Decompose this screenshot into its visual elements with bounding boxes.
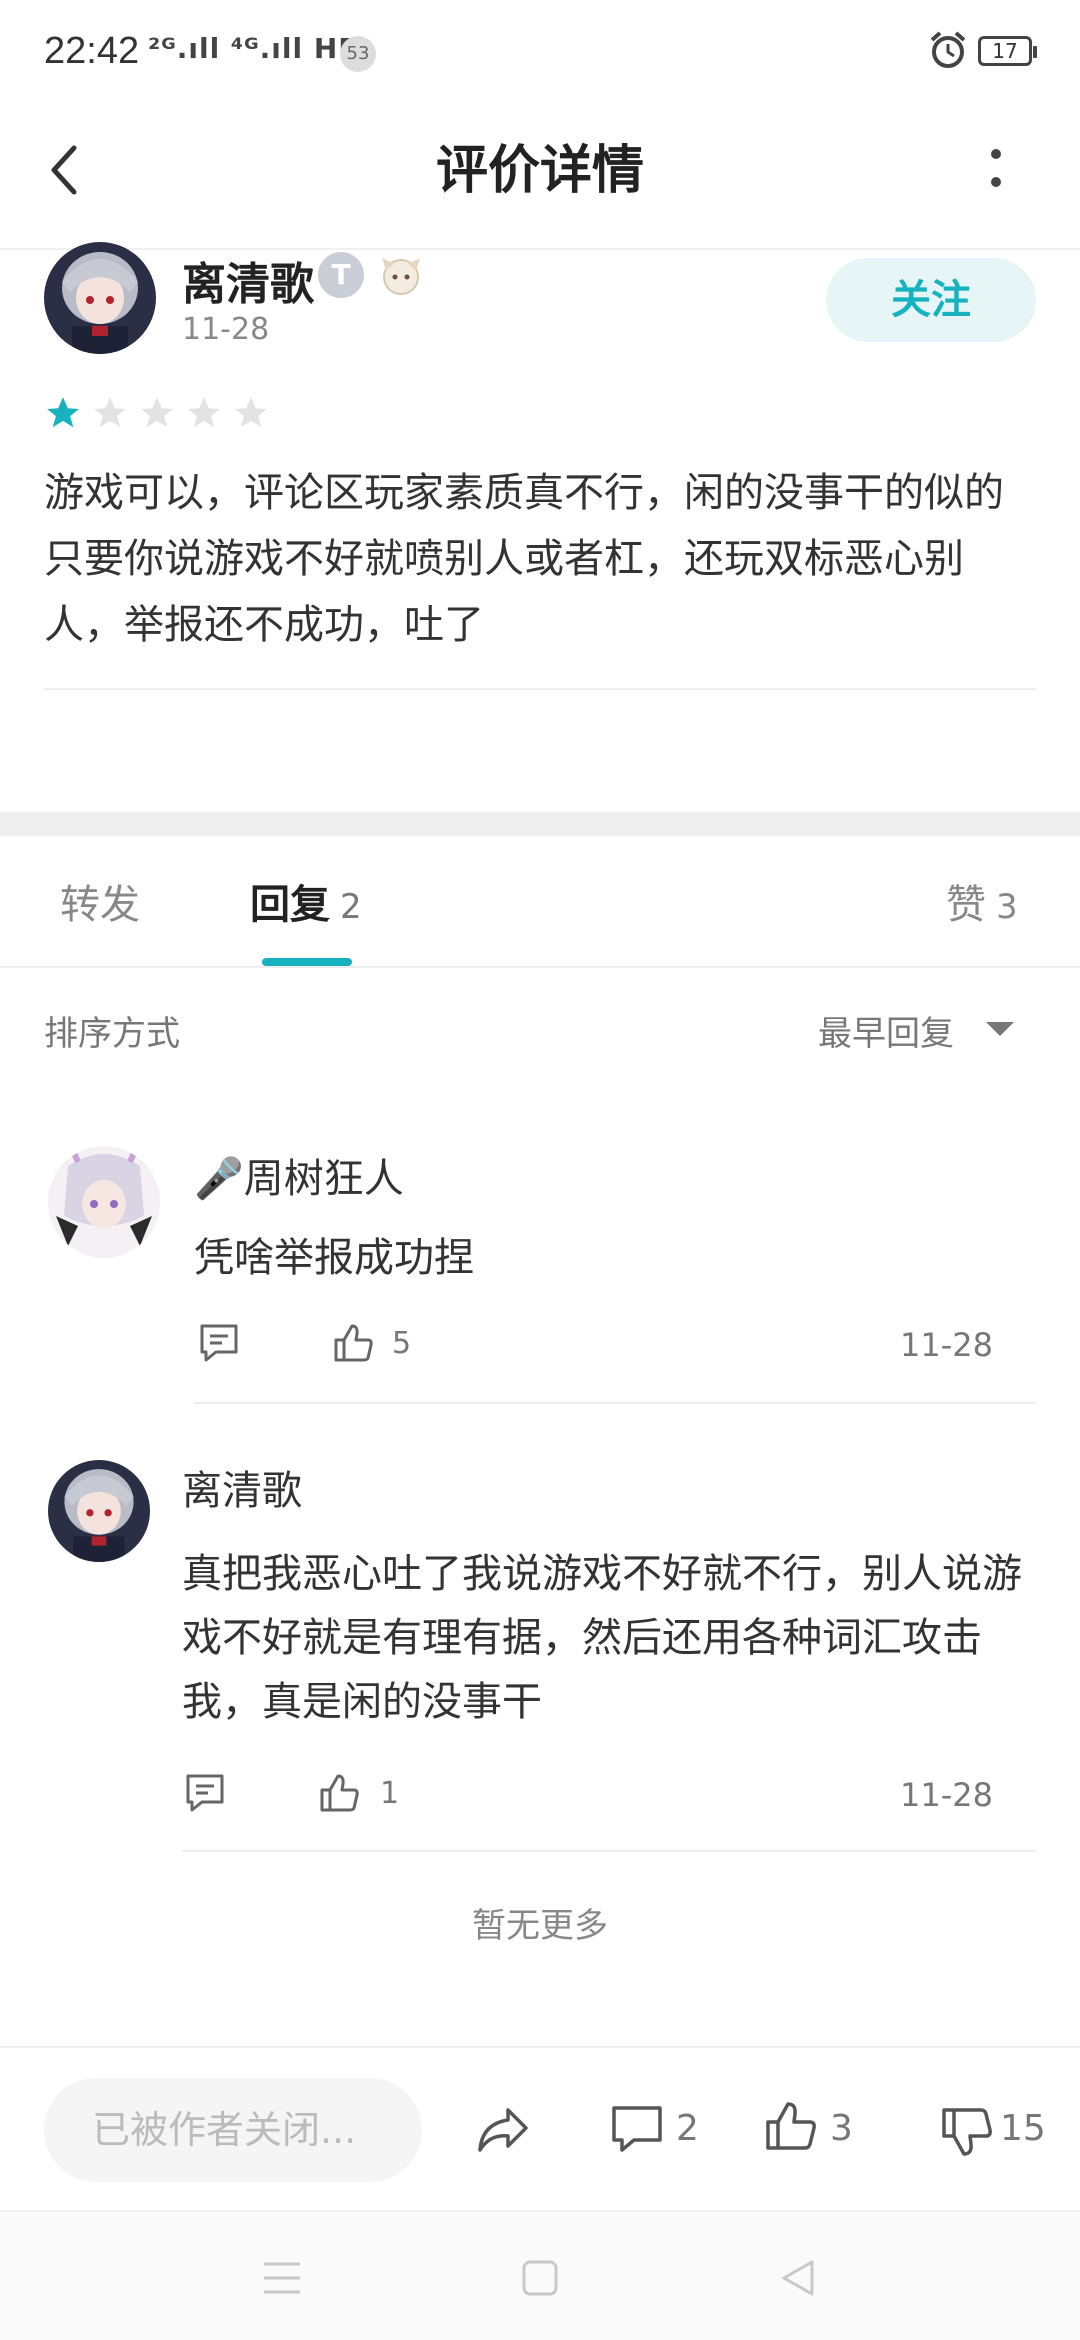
dislike-icon[interactable] bbox=[938, 2102, 996, 2160]
reply-avatar[interactable] bbox=[48, 1146, 160, 1258]
header-divider bbox=[0, 248, 1080, 250]
author-avatar[interactable] bbox=[44, 242, 156, 354]
review-date: 11-28 bbox=[182, 312, 270, 347]
level-badge-icon: T bbox=[318, 252, 364, 298]
reply-date: 11-28 bbox=[900, 1326, 993, 1364]
tab-like-count: 3 bbox=[996, 887, 1018, 927]
comment-icon[interactable] bbox=[182, 1770, 228, 1816]
mascot-badge-icon bbox=[382, 258, 420, 295]
menu-icon[interactable] bbox=[260, 2256, 304, 2300]
follow-button[interactable]: 关注 bbox=[826, 258, 1036, 342]
tabs-divider bbox=[0, 966, 1080, 968]
comment-icon[interactable] bbox=[608, 2100, 666, 2158]
divider bbox=[44, 688, 1036, 690]
tab-forward[interactable]: 转发 bbox=[60, 872, 140, 930]
dislike-count: 15 bbox=[1000, 2108, 1046, 2149]
system-nav-bar bbox=[0, 2212, 1080, 2340]
like-icon[interactable] bbox=[330, 1320, 376, 1366]
home-icon[interactable] bbox=[518, 2256, 562, 2300]
reply-text: 真把我恶心吐了我说游戏不好就不行，别人说游戏不好就是有理有据，然后还用各种词汇攻… bbox=[182, 1551, 1022, 1725]
chevron-down-icon[interactable] bbox=[986, 1022, 1014, 1036]
signal-icon: ²ᴳ.ıll ⁴ᴳ.ıll HD bbox=[148, 32, 363, 65]
tab-like-label: 赞 bbox=[946, 882, 986, 928]
tab-reply-label: 回复 bbox=[250, 882, 330, 928]
active-tab-indicator bbox=[262, 958, 352, 966]
like-icon[interactable] bbox=[316, 1770, 362, 1816]
tab-reply-count: 2 bbox=[340, 887, 362, 927]
status-time: 22:42 bbox=[44, 30, 140, 72]
reply-author-name[interactable]: 离清歌 bbox=[182, 1458, 302, 1516]
tab-reply[interactable]: 回复 2 bbox=[250, 872, 362, 930]
reply-date: 11-28 bbox=[900, 1776, 993, 1814]
more-vertical-icon[interactable] bbox=[990, 148, 1002, 188]
share-icon[interactable] bbox=[474, 2100, 532, 2158]
star-empty-icon bbox=[141, 397, 174, 428]
review-text: 游戏可以，评论区玩家素质真不行，闲的没事干的似的只要你说游戏不好就喷别人或者杠，… bbox=[44, 470, 1004, 648]
reply-like-count: 5 bbox=[392, 1326, 412, 1361]
like-count: 3 bbox=[830, 2108, 853, 2149]
comment-icon[interactable] bbox=[196, 1320, 242, 1366]
page-title: 评价详情 bbox=[435, 141, 644, 201]
status-bar: 22:42 ²ᴳ.ıll ⁴ᴳ.ıll HD 53 17 bbox=[0, 0, 1080, 110]
sort-dropdown[interactable]: 最早回复 bbox=[818, 1006, 954, 1055]
star-empty-icon bbox=[94, 397, 126, 428]
rating-stars bbox=[44, 394, 274, 436]
author-name[interactable]: 离清歌 bbox=[182, 248, 314, 312]
reply-text: 凭啥举报成功捏 bbox=[194, 1235, 474, 1281]
alarm-icon bbox=[930, 31, 966, 68]
star-filled-icon bbox=[47, 397, 79, 428]
reply-avatar[interactable] bbox=[48, 1460, 150, 1562]
tab-like[interactable]: 赞3 bbox=[946, 872, 1018, 930]
bottom-bar-divider bbox=[0, 2046, 1080, 2048]
star-empty-icon bbox=[235, 397, 268, 428]
like-icon[interactable] bbox=[762, 2098, 820, 2156]
reply-like-count: 1 bbox=[380, 1776, 400, 1811]
notification-count-badge: 53 bbox=[340, 36, 376, 72]
reply-input-disabled[interactable]: 已被作者关闭... bbox=[44, 2078, 422, 2182]
sort-label: 排序方式 bbox=[44, 1014, 180, 1054]
divider bbox=[182, 1850, 1036, 1852]
comment-count: 2 bbox=[676, 2108, 699, 2149]
no-more-label: 暂无更多 bbox=[472, 1906, 608, 1946]
star-empty-icon bbox=[188, 397, 221, 428]
battery-icon: 17 bbox=[978, 36, 1037, 66]
reply-author-name[interactable]: 🎤周树狂人 bbox=[194, 1146, 404, 1204]
divider bbox=[194, 1402, 1036, 1404]
back-triangle-icon[interactable] bbox=[776, 2256, 820, 2300]
section-separator bbox=[0, 812, 1080, 836]
